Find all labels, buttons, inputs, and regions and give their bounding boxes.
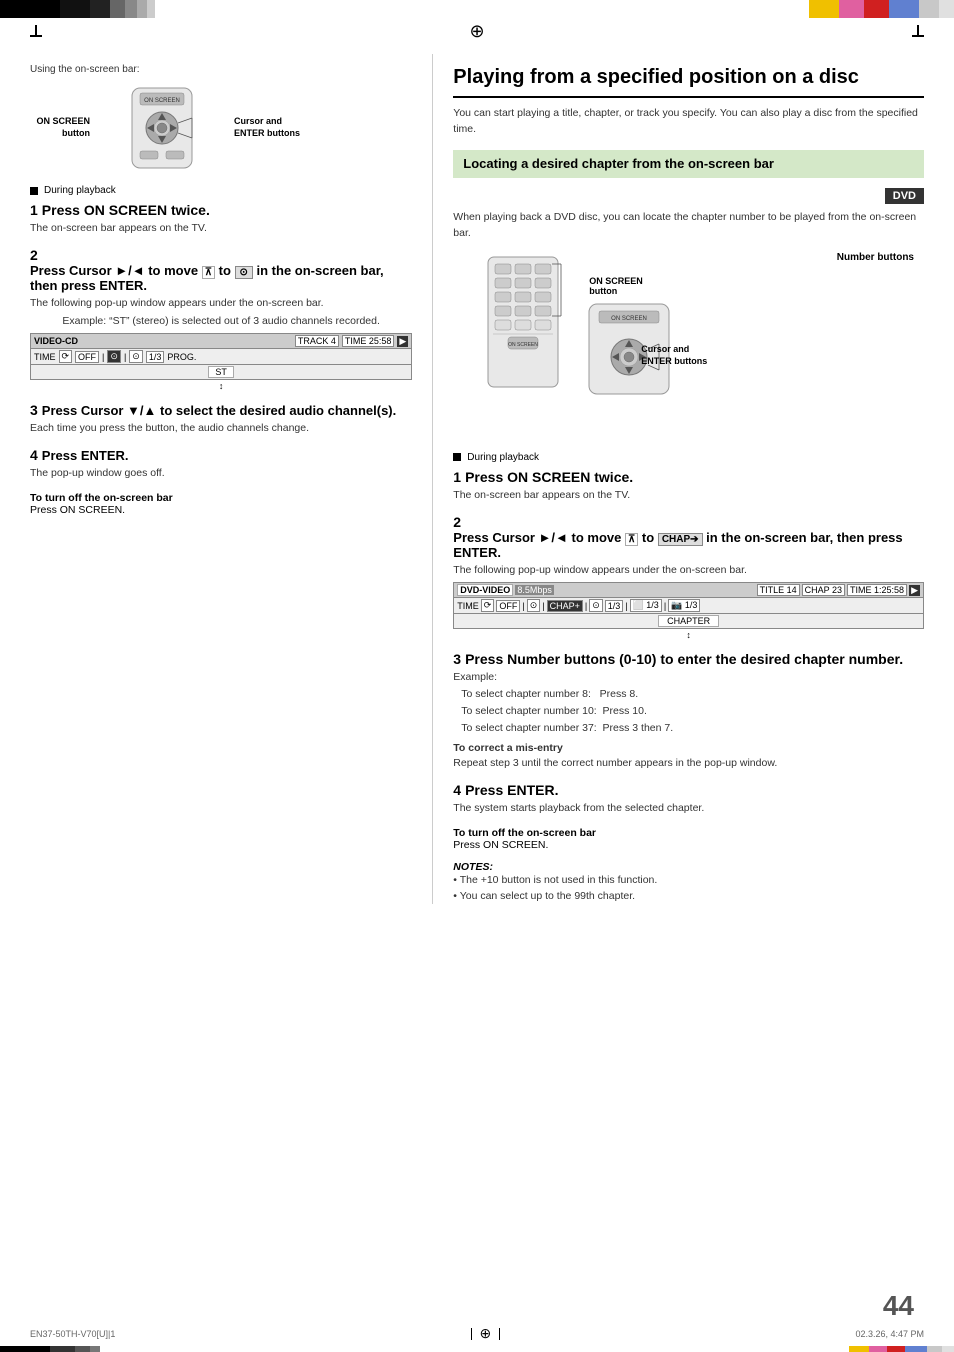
screen-bar-dvd: DVD-VIDEO 8.5Mbps TITLE 14 CHAP 23 TIME … [453, 582, 924, 641]
footer: EN37-50TH-V70[U]|1 ⊕ 02.3.26, 4:47 PM [0, 1325, 954, 1342]
cursor-enter-label-left: Cursor andENTER buttons [234, 116, 300, 139]
bullet-icon-right [453, 453, 461, 461]
right-column: Playing from a specified position on a d… [432, 54, 924, 904]
on-screen-diagram: ON SCREENbutton ON SCREEN [30, 83, 412, 173]
bottom-crosshair-icon: ⊕ [480, 1325, 492, 1342]
step-1-left: 1 Press ON SCREEN twice. The on-screen b… [30, 202, 412, 237]
bullet-icon [30, 187, 38, 195]
step3-body-right: Example: To select chapter number 8: Pre… [453, 670, 924, 772]
svg-text:ON SCREEN: ON SCREEN [611, 316, 647, 322]
screen-bar-left: VIDEO-CD TRACK 4 TIME 25:58 ▶ TIME ⟳ OFF… [30, 333, 412, 392]
left-column: Using the on-screen bar: ON SCREENbutton… [30, 54, 432, 904]
svg-text:ON SCREEN: ON SCREEN [144, 98, 180, 104]
playback-intro-right: When playing back a DVD disc, you can lo… [453, 210, 924, 242]
step-3-left: 3 Press Cursor ▼/▲ to select the desired… [30, 402, 412, 437]
svg-text:ON SCREEN: ON SCREEN [508, 342, 538, 348]
playback-note-left: During playback [30, 185, 412, 196]
remote-control-left: ON SCREEN [102, 83, 222, 173]
step-4-left: 4 Press ENTER. The pop-up window goes of… [30, 447, 412, 482]
sub-section-header: Locating a desired chapter from the on-s… [453, 150, 924, 179]
step-2-left: 2 Press Cursor ►/◄ to move ⊼ to ⊙ in the… [30, 247, 412, 393]
turn-off-right: To turn off the on-screen bar Press ON S… [453, 827, 924, 851]
turn-off-left: To turn off the on-screen bar Press ON S… [30, 492, 412, 516]
number-remote-svg: ON SCREEN [483, 252, 563, 392]
crosshair-icon: ⊕ [469, 22, 484, 40]
step2-body-right: The following pop-up window appears unde… [453, 563, 924, 579]
step1-title-left: Press ON SCREEN twice. [42, 202, 210, 218]
step2-body-left: The following pop-up window appears unde… [30, 296, 412, 330]
step-1-right: 1 Press ON SCREEN twice. The on-screen b… [453, 469, 924, 504]
page-number: 44 [883, 1290, 914, 1322]
playback-note-right: During playback [453, 452, 924, 463]
section-label: Using the on-screen bar: [30, 64, 412, 75]
example-label-left: Example: “ST” (stereo) is selected out o… [30, 314, 412, 330]
notes-section: NOTES: • The +10 button is not used in t… [453, 861, 924, 905]
step1-body-left: The on-screen bar appears on the TV. [30, 221, 412, 237]
step-3-right: 3 Press Number buttons (0-10) to enter t… [453, 651, 924, 772]
page-title: Playing from a specified position on a d… [453, 64, 924, 98]
page-intro: You can start playing a title, chapter, … [453, 106, 924, 138]
remote-area-right: Number buttons [483, 252, 924, 392]
on-screen-button-label: ON SCREENbutton [30, 116, 90, 139]
number-buttons-label: Number buttons [837, 252, 914, 263]
step-4-right: 4 Press ENTER. The system starts playbac… [453, 782, 924, 817]
step-2-right: 2 Press Cursor ►/◄ to move ⊼ to CHAP➔ in… [453, 514, 924, 642]
